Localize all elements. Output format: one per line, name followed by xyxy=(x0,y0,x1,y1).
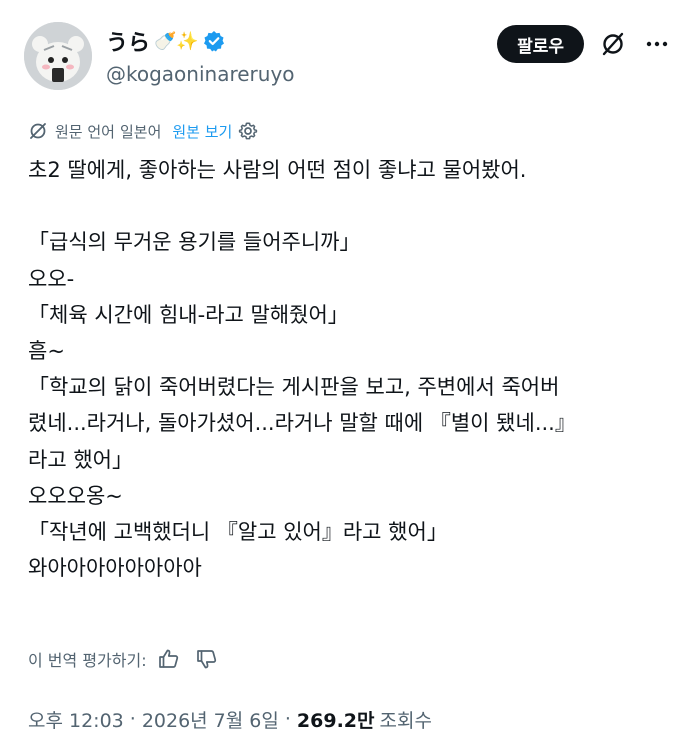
post-line: 오오- xyxy=(28,266,75,291)
post-text: 초2 딸에게, 좋아하는 사람의 어떤 점이 좋냐고 물어봤어. 「급식의 무거… xyxy=(28,152,678,586)
author-names: うら 🍼✨ @kogaoninareruyo xyxy=(106,26,295,87)
follow-button[interactable]: 팔로우 xyxy=(497,25,584,63)
post-line: 「학교의 닭이 죽어버렸다는 게시판을 보고, 주변에서 죽어버 xyxy=(28,375,560,400)
post-line: 오오오옹~ xyxy=(28,483,123,508)
translation-notice: 원문 언어 일본어 원본 보기 xyxy=(28,119,258,143)
avatar-image xyxy=(24,22,92,90)
thumbs-up-icon[interactable] xyxy=(157,647,181,671)
handle[interactable]: @kogaoninareruyo xyxy=(106,62,295,86)
translation-prefix: 원문 언어 xyxy=(55,122,115,141)
gear-icon[interactable] xyxy=(238,121,258,141)
grok-icon[interactable] xyxy=(600,31,626,57)
translate-icon xyxy=(28,121,48,141)
post-time[interactable]: 오후 12:03 xyxy=(28,706,124,733)
separator-dot: · xyxy=(129,708,136,730)
post-line: 흠~ xyxy=(28,338,65,363)
bottle-sparkles-emoji: 🍼✨ xyxy=(154,30,199,52)
post-line: 렸네...라거나, 돌아가셨어...라거나 말할 때에 『별이 됐네...』 xyxy=(28,411,576,436)
post-meta: 오후 12:03 · 2026년 7월 6일 · 269.2만 조회수 xyxy=(28,704,432,734)
post-line: 「급식의 무거운 용기를 들어주니까」 xyxy=(28,230,361,255)
verified-badge-icon[interactable] xyxy=(203,30,225,52)
thumbs-down-icon[interactable] xyxy=(195,647,219,671)
views-count: 269.2만 xyxy=(296,709,375,732)
post-line xyxy=(28,188,678,224)
post-line: 초2 딸에게, 좋아하는 사람의 어떤 점이 좋냐고 물어봤어. xyxy=(28,158,527,182)
rate-translation-label: 이 번역 평가하기: xyxy=(28,651,147,670)
post-header: うら 🍼✨ @kogaoninareruyo 팔로우 xyxy=(24,22,676,92)
avatar[interactable] xyxy=(24,22,92,90)
translation-language: 일본어 xyxy=(119,122,162,141)
show-original-link[interactable]: 원본 보기 xyxy=(172,121,232,142)
post-date[interactable]: 2026년 7월 6일 xyxy=(142,706,279,733)
post-line: 「체육 시간에 힘내-라고 말해줬어」 xyxy=(28,302,349,327)
post-line: 라고 했어」 xyxy=(28,447,133,472)
display-name[interactable]: うら xyxy=(106,25,150,57)
rate-translation: 이 번역 평가하기: xyxy=(28,645,219,673)
separator-dot: · xyxy=(284,708,291,730)
display-name-row: うら 🍼✨ xyxy=(106,26,295,56)
more-options-icon[interactable] xyxy=(644,31,670,57)
post-line: 「작년에 고백했더니 『알고 있어』라고 했어」 xyxy=(28,519,448,544)
post-line: 와아아아아아아아아 xyxy=(28,556,202,581)
views-label: 조회수 xyxy=(379,709,432,732)
